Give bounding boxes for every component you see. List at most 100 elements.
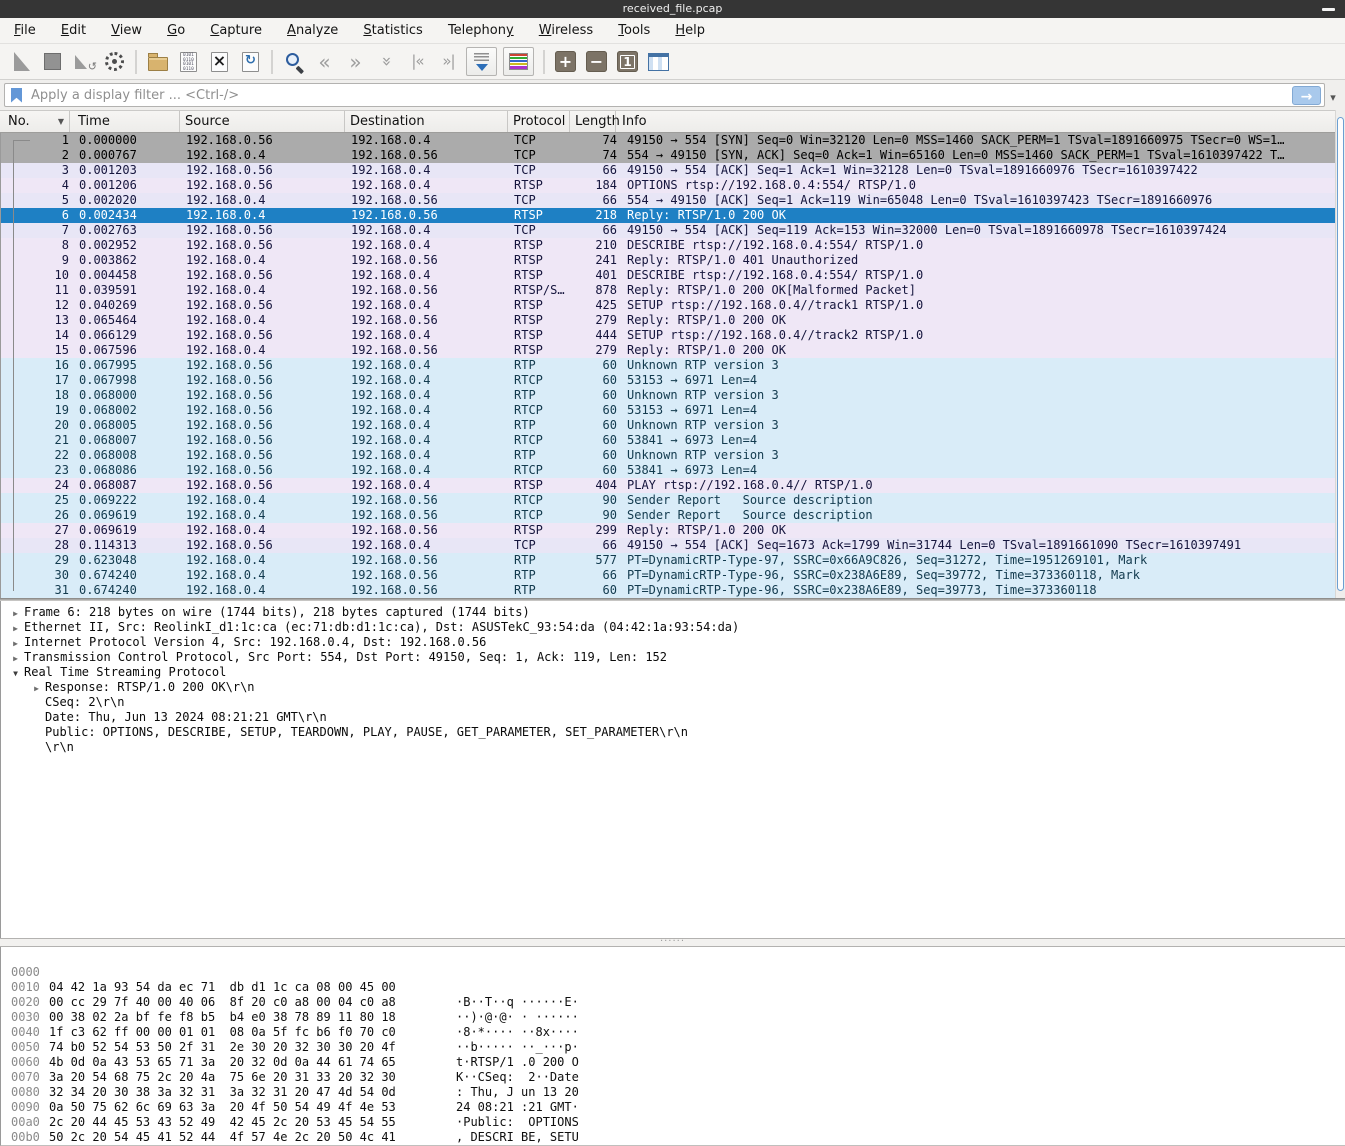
packet-row[interactable]: 5 0.002020 192.168.0.4 192.168.0.56 TCP … xyxy=(1,193,1335,208)
packet-row[interactable]: 3 0.001203 192.168.0.56 192.168.0.4 TCP … xyxy=(1,163,1335,178)
go-first-packet-icon[interactable] xyxy=(404,48,431,75)
packet-row[interactable]: 13 0.065464 192.168.0.4 192.168.0.56 RTS… xyxy=(1,313,1335,328)
go-last-packet-icon[interactable] xyxy=(435,48,462,75)
detail-line[interactable]: Frame 6: 218 bytes on wire (1744 bits), … xyxy=(1,605,1345,620)
detail-line[interactable]: Real Time Streaming Protocol xyxy=(1,665,1345,680)
restart-capture-icon[interactable] xyxy=(70,48,97,75)
expand-arrow-icon[interactable] xyxy=(28,710,45,725)
resize-columns-icon[interactable] xyxy=(645,48,672,75)
packet-row[interactable]: 8 0.002952 192.168.0.56 192.168.0.4 RTSP… xyxy=(1,238,1335,253)
expand-arrow-icon[interactable] xyxy=(28,695,45,710)
menu-item[interactable]: Go xyxy=(157,18,195,43)
zoom-out-icon[interactable] xyxy=(583,48,610,75)
go-forward-icon[interactable] xyxy=(342,48,369,75)
zoom-in-icon[interactable] xyxy=(552,48,579,75)
go-to-packet-icon[interactable] xyxy=(373,48,400,75)
expand-arrow-icon[interactable] xyxy=(7,665,24,680)
hex-row[interactable]: 00b0 59 2c 20 50 41 55 53 45 2c 20 47 45… xyxy=(1,1115,1345,1130)
packet-row[interactable]: 31 0.674240 192.168.0.4 192.168.0.56 RTP… xyxy=(1,583,1335,598)
packet-row[interactable]: 12 0.040269 192.168.0.56 192.168.0.4 RTS… xyxy=(1,298,1335,313)
column-header[interactable]: Source▼ xyxy=(180,111,345,132)
packet-row[interactable]: 26 0.069619 192.168.0.4 192.168.0.56 RTC… xyxy=(1,508,1335,523)
detail-line[interactable]: Ethernet II, Src: ReolinkI_d1:1c:ca (ec:… xyxy=(1,620,1345,635)
detail-line[interactable]: \r\n xyxy=(1,740,1345,755)
packet-row[interactable]: 25 0.069222 192.168.0.4 192.168.0.56 RTC… xyxy=(1,493,1335,508)
vertical-scrollbar[interactable] xyxy=(1335,110,1345,598)
menu-item[interactable]: Tools xyxy=(608,18,660,43)
column-header[interactable]: Length▼ xyxy=(570,111,616,132)
packet-row[interactable]: 11 0.039591 192.168.0.4 192.168.0.56 RTS… xyxy=(1,283,1335,298)
menu-item[interactable]: Edit xyxy=(51,18,96,43)
filter-dropdown-caret-icon[interactable] xyxy=(1325,86,1341,105)
hex-row[interactable]: 0090 2c 20 44 45 53 43 52 49 42 45 2c 20… xyxy=(1,1085,1345,1100)
expand-arrow-icon[interactable] xyxy=(28,740,45,755)
packet-row[interactable]: 19 0.068002 192.168.0.56 192.168.0.4 RTC… xyxy=(1,403,1335,418)
menu-item[interactable]: Analyze xyxy=(277,18,348,43)
hex-row[interactable]: 0050 4b 0d 0a 43 53 65 71 3a 20 32 0d 0a… xyxy=(1,1025,1345,1040)
packet-row[interactable]: 7 0.002763 192.168.0.56 192.168.0.4 TCP … xyxy=(1,223,1335,238)
hex-row[interactable]: 0070 32 34 20 30 38 3a 32 31 3a 32 31 20… xyxy=(1,1055,1345,1070)
start-capture-icon[interactable] xyxy=(8,48,35,75)
hex-row[interactable]: 0020 00 38 02 2a bf fe f8 b5 b4 e0 38 78… xyxy=(1,980,1345,995)
reload-file-icon[interactable] xyxy=(237,48,264,75)
detail-line[interactable]: Internet Protocol Version 4, Src: 192.16… xyxy=(1,635,1345,650)
menu-item[interactable]: Telephony xyxy=(438,18,524,43)
find-packet-icon[interactable] xyxy=(280,48,307,75)
detail-line[interactable]: Public: OPTIONS, DESCRIBE, SETUP, TEARDO… xyxy=(1,725,1345,740)
column-header[interactable]: Protocol▼ xyxy=(508,111,570,132)
packet-row[interactable]: 18 0.068000 192.168.0.56 192.168.0.4 RTP… xyxy=(1,388,1335,403)
minimize-button[interactable] xyxy=(1322,8,1335,11)
expand-arrow-icon[interactable] xyxy=(28,680,45,695)
packet-row[interactable]: 27 0.069619 192.168.0.4 192.168.0.56 RTS… xyxy=(1,523,1335,538)
hex-row[interactable]: 0080 0a 50 75 62 6c 69 63 3a 20 4f 50 54… xyxy=(1,1070,1345,1085)
menu-item[interactable]: Wireless xyxy=(529,18,603,43)
packet-row[interactable]: 28 0.114313 192.168.0.56 192.168.0.4 TCP… xyxy=(1,538,1335,553)
zoom-100-icon[interactable] xyxy=(614,48,641,75)
menu-item[interactable]: Help xyxy=(665,18,715,43)
packet-row[interactable]: 30 0.674240 192.168.0.4 192.168.0.56 RTP… xyxy=(1,568,1335,583)
hex-row[interactable]: 0060 3a 20 54 68 75 2c 20 4a 75 6e 20 31… xyxy=(1,1040,1345,1055)
hex-row[interactable]: 00c0 52 41 4d 45 54 45 52 2c 20 53 45 54… xyxy=(1,1130,1345,1145)
expand-arrow-icon[interactable] xyxy=(7,635,24,650)
hex-row[interactable]: 0030 1f c3 62 ff 00 00 01 01 08 0a 5f fc… xyxy=(1,995,1345,1010)
packet-row[interactable]: 6 0.002434 192.168.0.4 192.168.0.56 RTSP… xyxy=(1,208,1335,223)
save-file-icon[interactable] xyxy=(175,48,202,75)
go-back-icon[interactable] xyxy=(311,48,338,75)
packet-row[interactable]: 24 0.068087 192.168.0.56 192.168.0.4 RTS… xyxy=(1,478,1335,493)
apply-filter-button[interactable] xyxy=(1292,86,1321,105)
packet-row[interactable]: 2 0.000767 192.168.0.4 192.168.0.56 TCP … xyxy=(1,148,1335,163)
hex-row[interactable]: 00a0 50 2c 20 54 45 41 52 44 4f 57 4e 2c… xyxy=(1,1100,1345,1115)
packet-row[interactable]: 14 0.066129 192.168.0.56 192.168.0.4 RTS… xyxy=(1,328,1335,343)
detail-line[interactable]: Response: RTSP/1.0 200 OK\r\n xyxy=(1,680,1345,695)
detail-line[interactable]: CSeq: 2\r\n xyxy=(1,695,1345,710)
capture-options-icon[interactable] xyxy=(101,48,128,75)
packet-row[interactable]: 16 0.067995 192.168.0.56 192.168.0.4 RTP… xyxy=(1,358,1335,373)
expand-arrow-icon[interactable] xyxy=(7,620,24,635)
auto-scroll-toggle-icon[interactable] xyxy=(466,47,497,76)
menu-item[interactable]: View xyxy=(101,18,152,43)
packet-row[interactable]: 9 0.003862 192.168.0.4 192.168.0.56 RTSP… xyxy=(1,253,1335,268)
display-filter-input[interactable] xyxy=(29,87,1292,104)
packet-row[interactable]: 23 0.068086 192.168.0.56 192.168.0.4 RTC… xyxy=(1,463,1335,478)
scrollbar-thumb[interactable] xyxy=(1337,117,1344,591)
column-header[interactable]: No.▼ xyxy=(0,111,70,132)
packet-row[interactable]: 29 0.623048 192.168.0.4 192.168.0.56 RTP… xyxy=(1,553,1335,568)
open-file-icon[interactable] xyxy=(144,48,171,75)
menu-item[interactable]: File xyxy=(4,18,46,43)
packet-row[interactable]: 20 0.068005 192.168.0.56 192.168.0.4 RTP… xyxy=(1,418,1335,433)
colorize-packets-icon[interactable] xyxy=(503,47,534,76)
packet-row[interactable]: 4 0.001206 192.168.0.56 192.168.0.4 RTSP… xyxy=(1,178,1335,193)
menu-item[interactable]: Statistics xyxy=(353,18,432,43)
expand-arrow-icon[interactable] xyxy=(7,650,24,665)
expand-arrow-icon[interactable] xyxy=(7,605,24,620)
packet-row[interactable]: 10 0.004458 192.168.0.56 192.168.0.4 RTS… xyxy=(1,268,1335,283)
hex-row[interactable]: 0000 04 42 1a 93 54 da ec 71 db d1 1c ca… xyxy=(1,950,1345,965)
filter-bookmark-icon[interactable] xyxy=(11,88,22,103)
hex-row[interactable]: 0040 74 b0 52 54 53 50 2f 31 2e 30 20 32… xyxy=(1,1010,1345,1025)
detail-line[interactable]: Transmission Control Protocol, Src Port:… xyxy=(1,650,1345,665)
detail-line[interactable]: Date: Thu, Jun 13 2024 08:21:21 GMT\r\n xyxy=(1,710,1345,725)
column-header[interactable]: Time▼ xyxy=(70,111,180,132)
column-header[interactable]: Destination▼ xyxy=(345,111,508,132)
column-header[interactable]: Info▼ xyxy=(616,111,1335,132)
packet-row[interactable]: 21 0.068007 192.168.0.56 192.168.0.4 RTC… xyxy=(1,433,1335,448)
